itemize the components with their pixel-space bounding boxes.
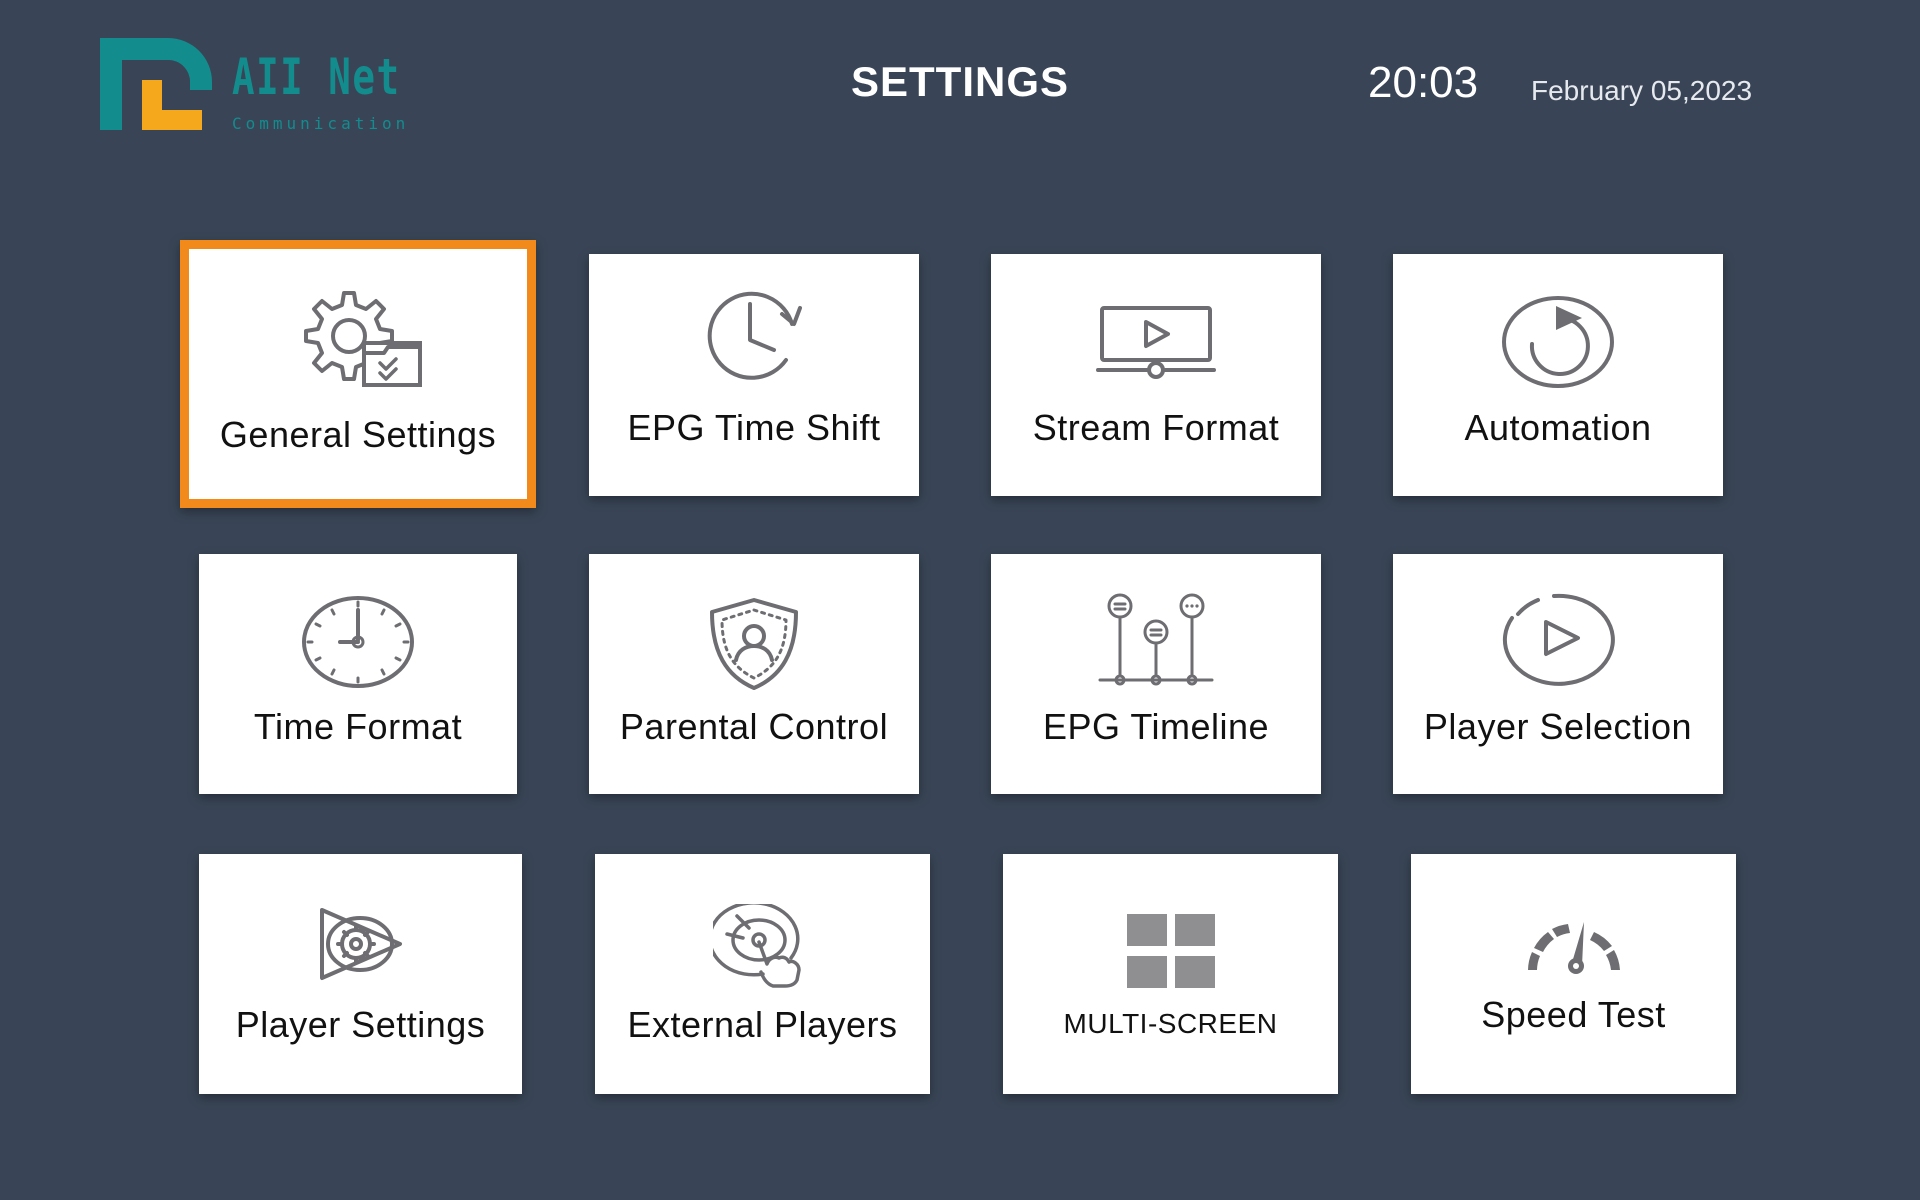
tile-player-selection[interactable]: Player Selection — [1393, 554, 1723, 794]
tile-label: Player Selection — [1423, 706, 1693, 747]
gear-settings-icon — [304, 291, 422, 387]
tile-label: Time Format — [253, 706, 463, 747]
speedometer-icon — [1527, 922, 1620, 974]
tile-label: Parental Control — [619, 706, 889, 747]
tile-parental-control[interactable]: Parental Control — [589, 554, 919, 794]
tile-label: External Players — [627, 1004, 898, 1045]
tile-general-settings[interactable]: General Settings — [180, 240, 536, 508]
tile-label: Player Settings — [235, 1004, 486, 1045]
clock-time: 20:03 — [1368, 58, 1479, 107]
tile-label: Speed Test — [1481, 994, 1666, 1035]
settings-screen: AII Net Communication SETTINGS 20:03 Feb… — [0, 0, 1920, 1200]
tile-epg-time-shift[interactable]: EPG Time Shift — [589, 254, 919, 496]
clock-date: February 05,2023 — [1531, 75, 1753, 106]
tile-stream-format[interactable]: Stream Format — [991, 254, 1321, 496]
tile-external-players[interactable]: External Players — [595, 854, 930, 1094]
tile-label: MULTI-SCREEN — [1063, 1008, 1278, 1039]
disc-hand-icon — [712, 904, 801, 988]
refresh-circle-icon — [1502, 296, 1614, 388]
player-gear-icon — [319, 908, 402, 980]
tile-speed-test[interactable]: Speed Test — [1411, 854, 1736, 1094]
tile-multi-screen[interactable]: MULTI-SCREEN — [1003, 854, 1338, 1094]
tile-label: EPG Timeline — [1042, 706, 1270, 747]
tile-label: Stream Format — [1032, 407, 1280, 448]
tile-epg-timeline[interactable]: EPG Timeline — [991, 554, 1321, 794]
video-monitor-icon — [1096, 306, 1216, 379]
clock-rotate-icon — [707, 291, 802, 380]
shield-user-icon — [710, 598, 798, 690]
tile-label: General Settings — [219, 414, 497, 455]
clock-icon — [302, 596, 414, 688]
tile-player-settings[interactable]: Player Settings — [199, 854, 522, 1094]
tile-label: EPG Time Shift — [627, 407, 881, 448]
grid-icon — [1126, 914, 1215, 988]
tile-label: Automation — [1464, 407, 1652, 448]
logo-tagline: Communication — [232, 114, 410, 133]
tile-automation[interactable]: Automation — [1393, 254, 1723, 496]
tile-time-format[interactable]: Time Format — [199, 554, 517, 794]
play-circle-icon — [1502, 593, 1615, 686]
timeline-icon — [1098, 593, 1214, 686]
